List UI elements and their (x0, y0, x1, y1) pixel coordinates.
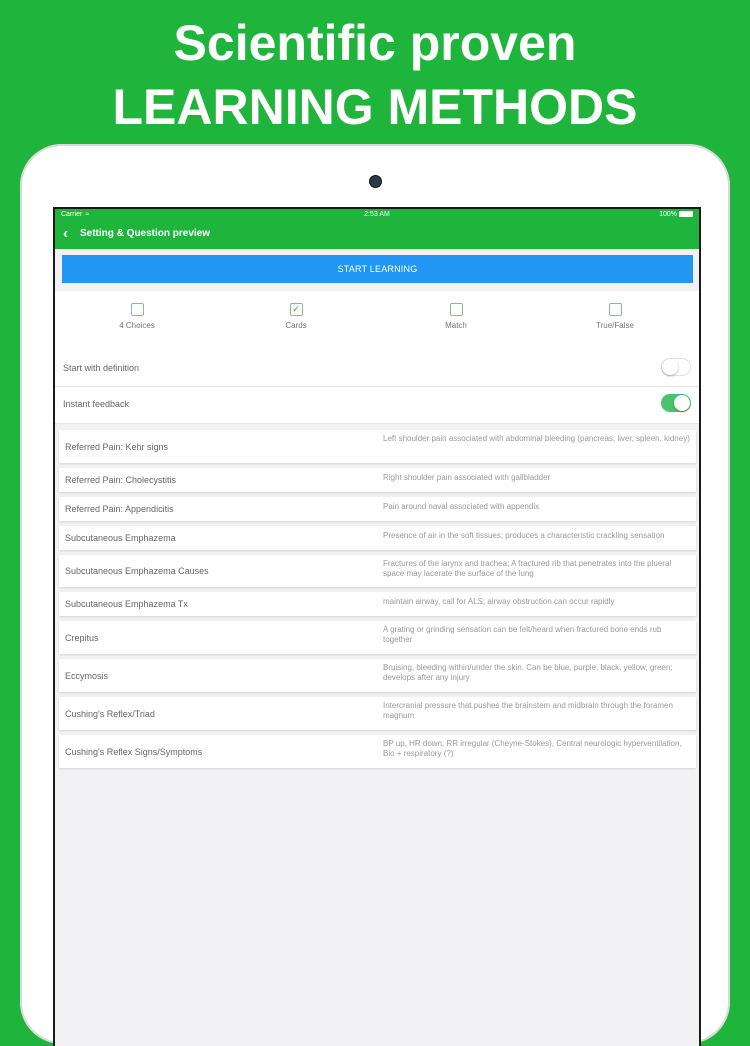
card-definition: A grating or grinding sensation can be f… (383, 625, 662, 644)
list-item[interactable]: Cushing's Reflex Signs/Symptoms BP up, H… (59, 735, 696, 768)
card-term: Cushing's Reflex/Triad (65, 709, 155, 719)
status-time: 2:53 AM (364, 211, 390, 218)
card-definition: Left shoulder pain associated with abdom… (383, 434, 690, 443)
setting-label: Instant feedback (63, 399, 130, 409)
question-preview-list: Referred Pain: Kehr signs Left shoulder … (55, 430, 699, 768)
card-definition: BP up, HR down, RR irregular (Cheyne-Sto… (383, 739, 682, 758)
toggle-knob (674, 395, 690, 411)
card-term: Referred Pain: Kehr signs (65, 442, 169, 452)
card-definition: Right shoulder pain associated with gall… (383, 473, 551, 482)
card-definition: Intercranial pressure that pushes the br… (383, 701, 673, 720)
list-item[interactable]: Subcutaneous Emphazema Causes Fractures … (59, 555, 696, 587)
list-item[interactable]: Eccymosis Bruising, bleeding within/unde… (59, 659, 696, 692)
list-item[interactable]: Crepitus A grating or grinding sensation… (59, 621, 696, 654)
mode-cards[interactable]: ✓ Cards (251, 303, 341, 330)
list-item[interactable]: Cushing's Reflex/Triad Intercranial pres… (59, 697, 696, 730)
list-item[interactable]: Referred Pain: Kehr signs Left shoulder … (59, 430, 696, 463)
mode-selector: 4 Choices ✓ Cards Match True/False (55, 291, 699, 351)
card-definition: maintain airway, call for ALS; airway ob… (383, 597, 615, 606)
mode-true-false[interactable]: True/False (570, 303, 660, 330)
navigation-bar: Carrier ≈ 2:53 AM 100% ‹ Setting & Questi… (55, 209, 699, 249)
mode-4-choices[interactable]: 4 Choices (92, 303, 182, 330)
card-term: Subcutaneous Emphazema Causes (65, 566, 209, 576)
toggle-knob (662, 359, 678, 375)
card-term: Referred Pain: Appendicitis (65, 504, 174, 514)
card-definition: Fractures of the larynx and trachea; A f… (383, 559, 672, 578)
setting-instant-feedback: Instant feedback (55, 387, 699, 424)
nav-title: Setting & Question preview (80, 228, 211, 239)
checkbox-cards[interactable]: ✓ (289, 303, 303, 316)
app-screen: Carrier ≈ 2:53 AM 100% ‹ Setting & Questi… (53, 207, 701, 1046)
setting-start-with-definition: Start with definition (55, 351, 699, 387)
list-item[interactable]: Subcutaneous Emphazema Tx maintain airwa… (59, 592, 696, 616)
mode-label: True/False (596, 321, 634, 330)
mode-label: 4 Choices (119, 321, 155, 330)
card-definition: Presence of air in the soft tissues; pro… (383, 531, 665, 540)
tablet-frame: Carrier ≈ 2:53 AM 100% ‹ Setting & Questi… (20, 144, 730, 1046)
list-item[interactable]: Subcutaneous Emphazema Presence of air i… (59, 526, 696, 550)
setting-label: Start with definition (63, 363, 140, 373)
mode-label: Cards (285, 321, 307, 330)
promo-headline-line2: LEARNING METHODS (112, 79, 638, 135)
card-term: Subcutaneous Emphazema (65, 533, 176, 543)
checkbox-match[interactable] (449, 303, 463, 316)
checkbox-true-false[interactable] (608, 303, 622, 316)
card-definition: Pain around naval associated with append… (383, 502, 540, 511)
start-with-definition-toggle[interactable] (661, 358, 691, 376)
start-learning-button[interactable]: START LEARNING (62, 255, 693, 283)
card-term: Crepitus (65, 633, 99, 643)
card-term: Cushing's Reflex Signs/Symptoms (65, 747, 203, 757)
chevron-left-icon[interactable]: ‹ (63, 225, 68, 242)
status-bar: Carrier ≈ 2:53 AM 100% (55, 209, 699, 221)
card-term: Eccymosis (65, 671, 109, 681)
checkbox-4-choices[interactable] (130, 303, 144, 316)
promo-headline-line1: Scientific proven (173, 15, 577, 71)
list-item[interactable]: Referred Pain: Cholecystitis Right shoul… (59, 468, 696, 492)
card-term: Referred Pain: Cholecystitis (65, 475, 177, 485)
instant-feedback-toggle[interactable] (661, 394, 691, 412)
list-item[interactable]: Referred Pain: Appendicitis Pain around … (59, 497, 696, 521)
mode-match[interactable]: Match (411, 303, 501, 330)
card-term: Subcutaneous Emphazema Tx (65, 599, 188, 609)
mode-label: Match (445, 321, 467, 330)
camera-dot (370, 176, 381, 187)
battery-icon (679, 211, 693, 218)
battery-indicator: 100% (659, 211, 693, 218)
card-definition: Bruising, bleeding within/under the skin… (383, 663, 673, 682)
